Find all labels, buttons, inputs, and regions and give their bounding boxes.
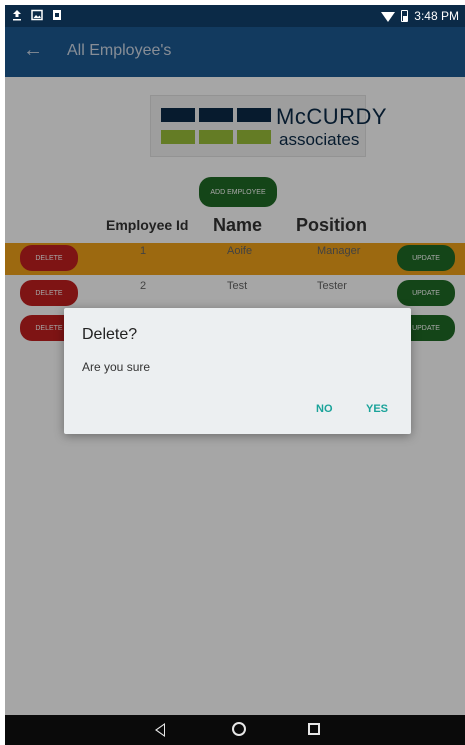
dialog-message: Are you sure: [82, 360, 151, 374]
wifi-icon: [381, 11, 396, 22]
delete-confirm-dialog: Delete? Are you sure NO YES: [64, 308, 411, 434]
status-bar: 3:48 PM: [5, 5, 465, 27]
yes-button[interactable]: YES: [366, 403, 388, 415]
nav-back-icon[interactable]: [155, 723, 165, 737]
dialog-title: Delete?: [82, 326, 138, 343]
image-icon: [31, 9, 43, 21]
sd-card-icon: [51, 9, 63, 21]
system-nav-bar: [5, 715, 465, 745]
upload-icon: [11, 9, 23, 21]
battery-icon: [401, 10, 409, 22]
status-time: 3:48 PM: [414, 9, 459, 23]
app-screen: 3:48 PM ← All Employee's McCURDY associa…: [5, 5, 465, 745]
status-system: 3:48 PM: [381, 9, 459, 23]
status-notifications: [11, 9, 63, 21]
nav-home-icon[interactable]: [232, 722, 246, 736]
nav-recents-icon[interactable]: [308, 723, 320, 735]
no-button[interactable]: NO: [316, 403, 333, 415]
